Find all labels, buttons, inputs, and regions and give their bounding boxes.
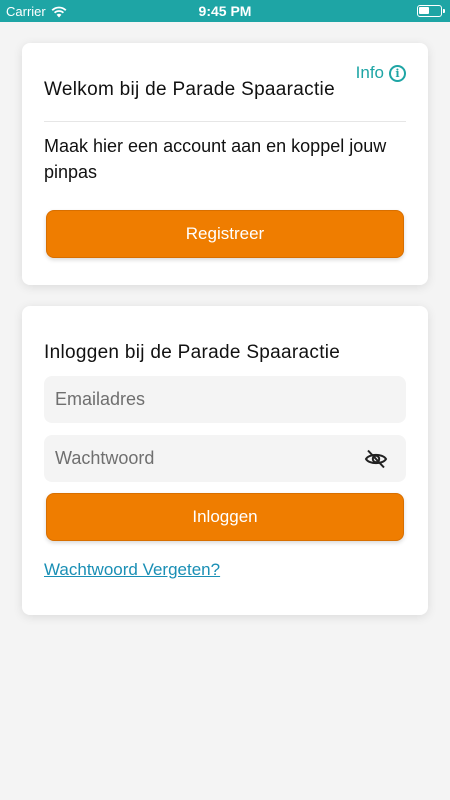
email-field[interactable]	[55, 389, 345, 410]
password-field[interactable]	[55, 448, 345, 469]
forgot-password-link[interactable]: Wachtwoord Vergeten?	[44, 560, 220, 580]
info-icon: i	[389, 64, 406, 82]
login-button[interactable]: Inloggen	[46, 493, 404, 541]
eye-off-icon[interactable]	[364, 448, 388, 470]
welcome-description: Maak hier een account aan en koppel jouw…	[44, 136, 387, 182]
register-button[interactable]: Registreer	[46, 210, 404, 258]
welcome-title: Welkom bij de Parade Spaaractie	[44, 79, 335, 100]
status-bar: Carrier 9:45 PM	[0, 0, 450, 22]
status-time: 9:45 PM	[198, 3, 252, 19]
login-card: Inloggen bij de Parade Spaaractie Inlogg…	[22, 306, 428, 615]
login-title: Inloggen bij de Parade Spaaractie	[44, 342, 341, 363]
info-label: Info	[355, 63, 384, 82]
divider	[44, 121, 406, 122]
email-field-container	[44, 376, 406, 423]
battery-icon	[417, 5, 445, 17]
welcome-card: Info i Welkom bij de Parade Spaaractie M…	[22, 43, 428, 285]
password-field-container	[44, 435, 406, 482]
info-link[interactable]: Info i	[356, 63, 406, 83]
